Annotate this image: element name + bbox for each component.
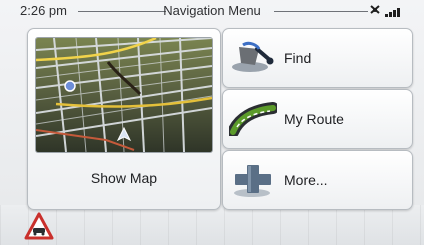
find-button[interactable]: Find	[222, 28, 413, 88]
navigation-menu-screen: 2:26 pm Navigation Menu Show Map Find My…	[0, 0, 424, 245]
traffic-warning-icon[interactable]	[24, 212, 54, 240]
signal-bars-icon	[385, 8, 400, 17]
more-button[interactable]: More...	[222, 150, 413, 210]
find-pin-icon	[232, 41, 274, 72]
title-rule-right	[274, 11, 368, 12]
map-preview	[35, 37, 213, 153]
my-route-button[interactable]: My Route	[222, 89, 413, 149]
show-map-button[interactable]: Show Map	[27, 28, 221, 210]
my-route-label: My Route	[284, 111, 344, 127]
map-preview-image	[36, 38, 212, 152]
find-label: Find	[284, 50, 312, 66]
background-floor	[0, 205, 424, 245]
route-icon	[229, 102, 277, 136]
plus-icon	[234, 165, 271, 197]
gps-satellite-icon	[370, 5, 380, 14]
status-bar: 2:26 pm Navigation Menu	[0, 0, 424, 24]
more-label: More...	[284, 172, 328, 188]
show-map-label: Show Map	[90, 170, 158, 186]
